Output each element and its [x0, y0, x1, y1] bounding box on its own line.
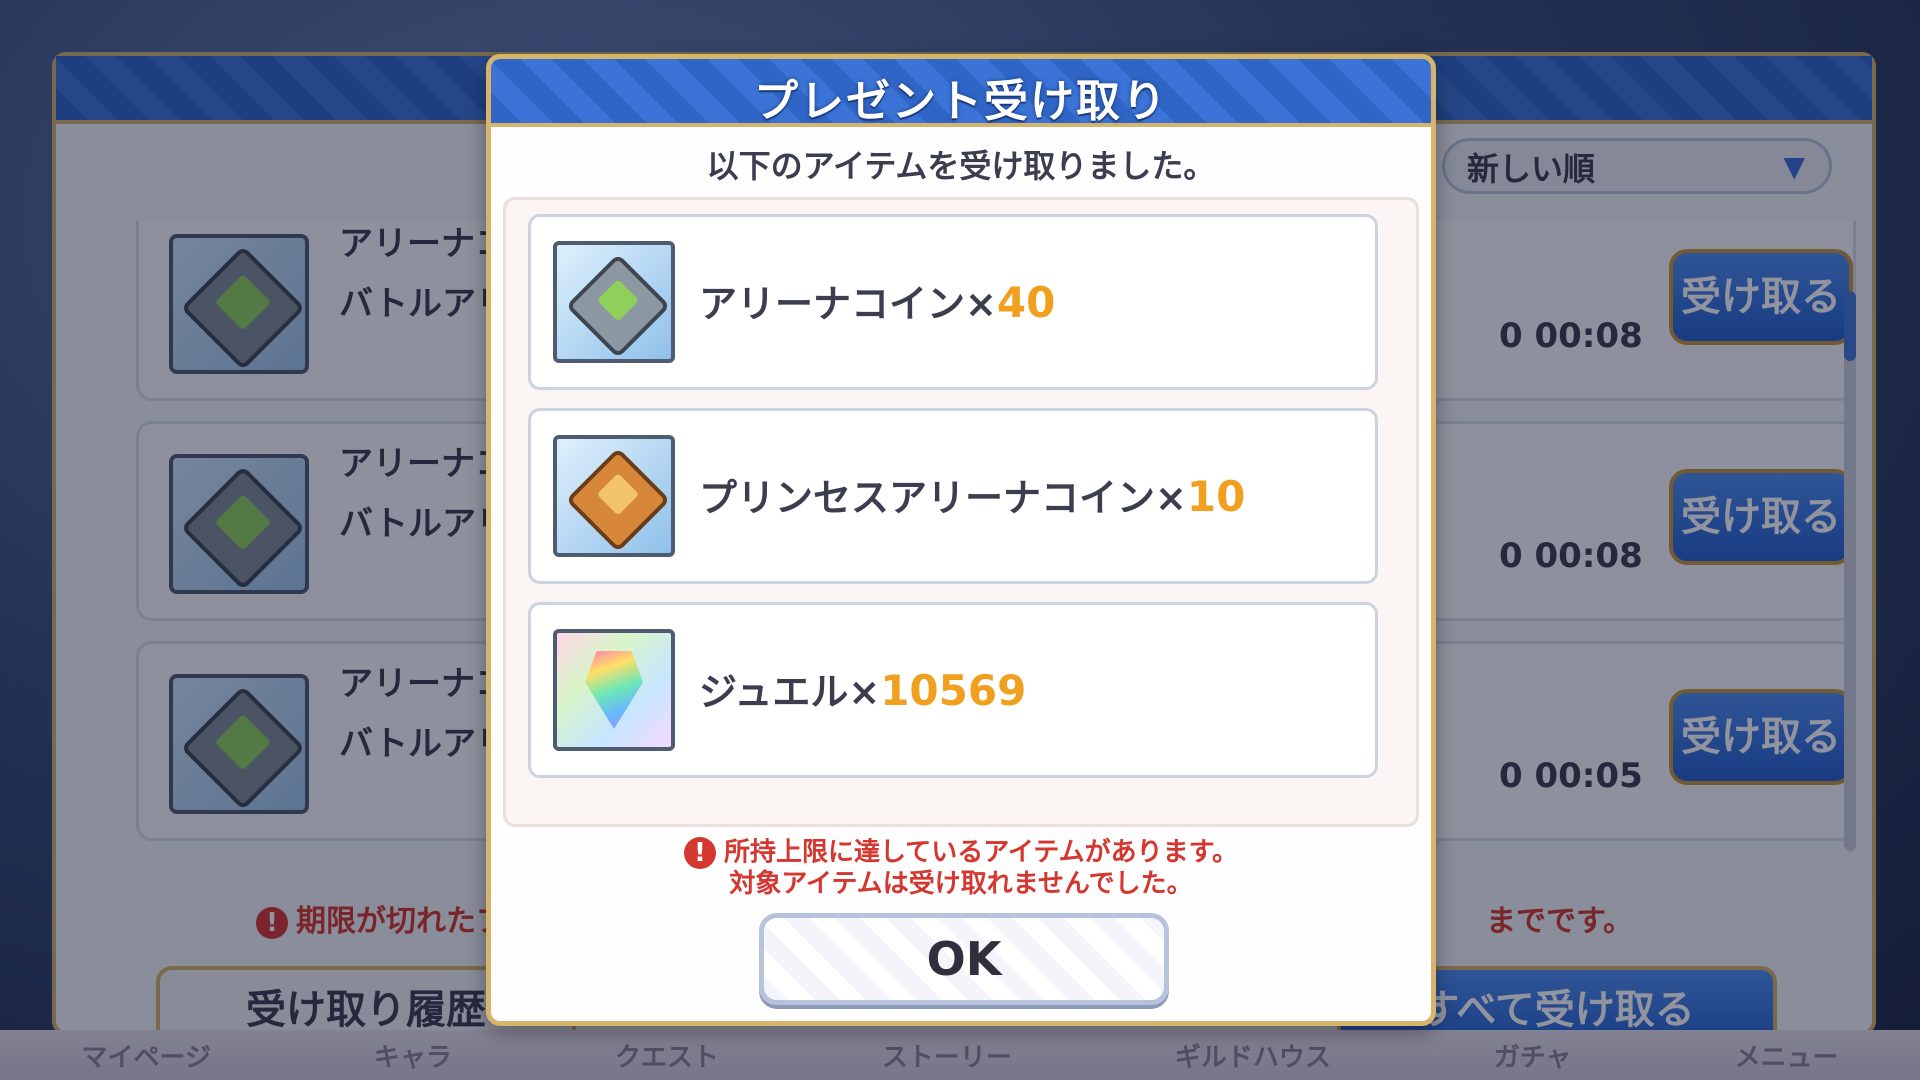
dialog-header: プレゼント受け取り [491, 59, 1431, 127]
limit-warning: ! 所持上限に達しているアイテムがあります。 対象アイテムは受け取れませんでした。 [491, 837, 1431, 899]
warning-icon: ! [683, 837, 716, 869]
received-item: アリーナコイン×40 [528, 214, 1378, 390]
arena-coin-icon [553, 241, 675, 363]
dialog-message: 以下のアイテムを受け取りました。 [706, 147, 1216, 185]
ok-button[interactable]: OK [759, 913, 1169, 1005]
item-quantity: 40 [996, 278, 1056, 327]
item-quantity: 10 [1186, 472, 1246, 521]
limit-warning-line2: 対象アイテムは受け取れませんでした。 [729, 869, 1193, 899]
item-label: ジュエル×10569 [699, 666, 1027, 715]
received-item: プリンセスアリーナコイン×10 [528, 408, 1378, 584]
item-label: プリンセスアリーナコイン×10 [699, 472, 1246, 521]
jewel-icon [553, 629, 675, 751]
limit-warning-line1: 所持上限に達しているアイテムがあります。 [723, 837, 1239, 868]
received-items-list: アリーナコイン×40 プリンセスアリーナコイン×10 ジュエル×10569 [503, 197, 1419, 827]
present-received-dialog: プレゼント受け取り 以下のアイテムを受け取りました。 アリーナコイン×40 プリ… [486, 54, 1436, 1026]
princess-arena-coin-icon [553, 435, 675, 557]
received-item: ジュエル×10569 [528, 602, 1378, 778]
item-label: アリーナコイン×40 [699, 278, 1056, 327]
item-quantity: 10569 [880, 666, 1027, 715]
dialog-title: プレゼント受け取り [754, 76, 1168, 127]
